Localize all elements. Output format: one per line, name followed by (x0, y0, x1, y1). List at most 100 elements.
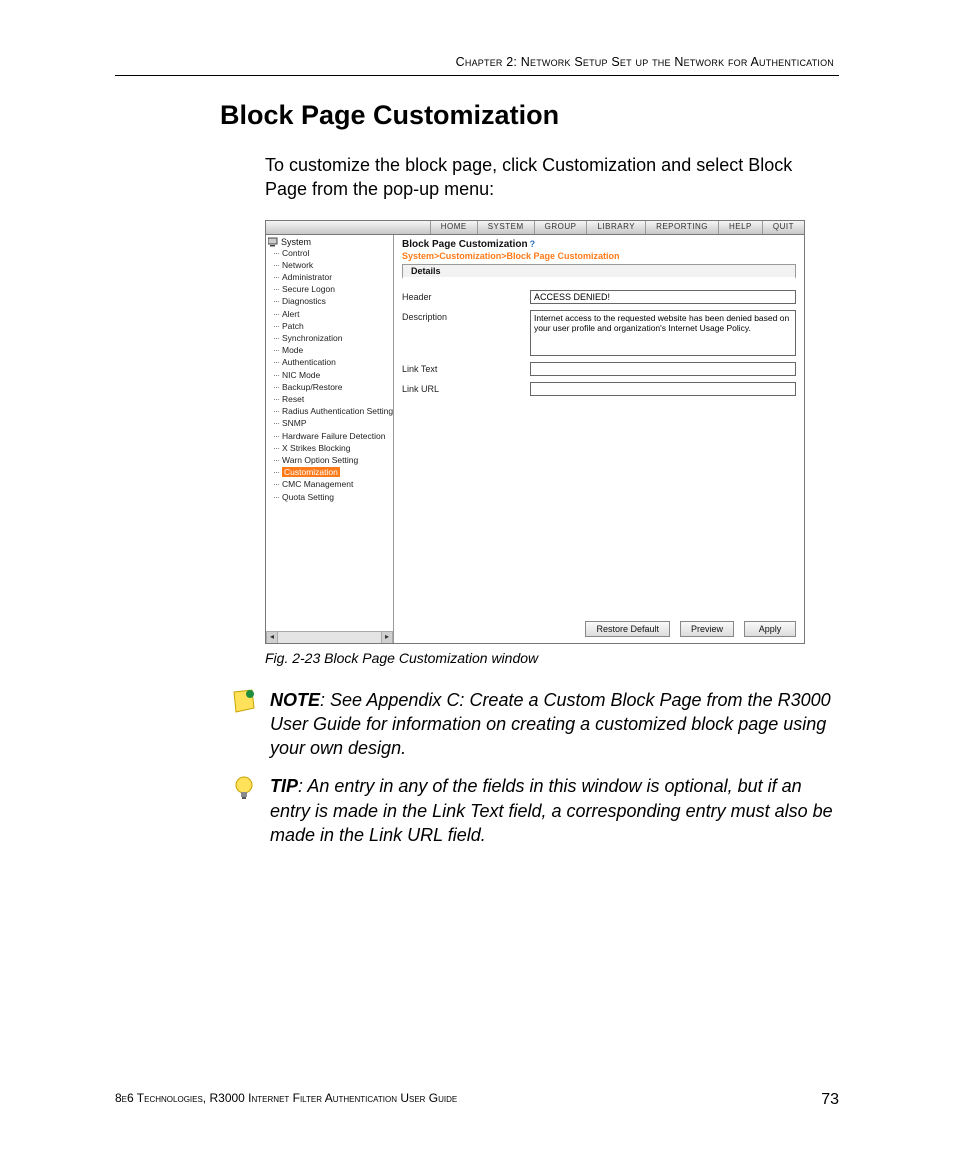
row-header: Header (402, 290, 796, 304)
rule-top (115, 75, 839, 76)
footer-left: 8e6 Technologies, R3000 Internet Filter … (115, 1091, 457, 1109)
input-link-url[interactable] (530, 382, 796, 396)
tab-details[interactable]: Details (402, 264, 796, 279)
tree-item-label: Mode (282, 345, 303, 355)
tree-item[interactable]: Hardware Failure Detection (274, 430, 393, 442)
app-window: HOME SYSTEM GROUP LIBRARY REPORTING HELP… (265, 220, 805, 644)
page-number: 73 (821, 1091, 839, 1109)
tree-root-label: System (281, 237, 311, 247)
panel-title: Block Page Customization? (402, 239, 796, 250)
note-callout: NOTE: See Appendix C: Create a Custom Bl… (230, 688, 839, 761)
tree-item[interactable]: Secure Logon (274, 283, 393, 295)
tree-hscrollbar[interactable]: ◂ ▸ (266, 631, 393, 643)
figure-caption: Fig. 2-23 Block Page Customization windo… (265, 650, 839, 666)
tree-item[interactable]: Synchronization (274, 332, 393, 344)
tree-item-label: Administrator (282, 272, 332, 282)
input-link-text[interactable] (530, 362, 796, 376)
menubar: HOME SYSTEM GROUP LIBRARY REPORTING HELP… (266, 221, 804, 235)
tree-item-label: Alert (282, 309, 299, 319)
running-head: Chapter 2: Network Setup Set up the Netw… (315, 55, 839, 69)
tree-item[interactable]: NIC Mode (274, 369, 393, 381)
tree-item[interactable]: CMC Management (274, 478, 393, 490)
tree-item-label: Radius Authentication Setting (282, 406, 393, 416)
tip-text: TIP: An entry in any of the fields in th… (270, 774, 839, 847)
tree-item[interactable]: Alert (274, 308, 393, 320)
tree-item[interactable]: Patch (274, 320, 393, 332)
tree-item[interactable]: Administrator (274, 271, 393, 283)
note-text: NOTE: See Appendix C: Create a Custom Bl… (270, 688, 839, 761)
tree-item[interactable]: Network (274, 259, 393, 271)
input-description[interactable]: Internet access to the requested website… (530, 310, 796, 356)
content-pane: Block Page Customization? System>Customi… (394, 235, 804, 643)
button-row: Restore Default Preview Apply (402, 613, 796, 637)
lightbulb-icon (230, 774, 258, 802)
page-footer: 8e6 Technologies, R3000 Internet Filter … (115, 1091, 839, 1109)
tree-item[interactable]: Backup/Restore (274, 381, 393, 393)
menu-reporting[interactable]: REPORTING (645, 221, 718, 234)
label-description: Description (402, 310, 530, 322)
row-link-url: Link URL (402, 382, 796, 396)
tree-item-label: X Strikes Blocking (282, 443, 351, 453)
input-header[interactable] (530, 290, 796, 304)
tree-item-label: Quota Setting (282, 492, 334, 502)
note-body: : See Appendix C: Create a Custom Block … (270, 690, 831, 759)
intro-paragraph: To customize the block page, click Custo… (265, 153, 839, 202)
tree-item-label: Customization (282, 467, 340, 477)
tree-item-label: Control (282, 248, 309, 258)
menu-help[interactable]: HELP (718, 221, 762, 234)
tree-item-label: Authentication (282, 357, 336, 367)
menu-group[interactable]: GROUP (534, 221, 587, 234)
tip-body: : An entry in any of the fields in this … (270, 776, 833, 845)
menu-home[interactable]: HOME (430, 221, 477, 234)
label-link-url: Link URL (402, 382, 530, 394)
menubar-spacer (266, 221, 430, 234)
tree-item-label: NIC Mode (282, 370, 320, 380)
tree-item-label: CMC Management (282, 479, 353, 489)
tree-item[interactable]: Customization (274, 466, 393, 478)
note-label: NOTE (270, 690, 320, 710)
tree-item[interactable]: Authentication (274, 356, 393, 368)
tree-item[interactable]: Control (274, 247, 393, 259)
tree-item-label: Secure Logon (282, 284, 335, 294)
tree-list: Control Network Administrator Secure Logon D… (266, 247, 393, 503)
section-heading: Block Page Customization (220, 100, 839, 131)
preview-button[interactable]: Preview (680, 621, 734, 637)
tree-item-label: Synchronization (282, 333, 342, 343)
tree-item-label: Network (282, 260, 313, 270)
tree-item[interactable]: Quota Setting (274, 491, 393, 503)
tree-item-label: Diagnostics (282, 296, 326, 306)
label-header: Header (402, 290, 530, 302)
tree-item[interactable]: Warn Option Setting (274, 454, 393, 466)
apply-button[interactable]: Apply (744, 621, 796, 637)
tree-item[interactable]: SNMP (274, 417, 393, 429)
panel-title-text: Block Page Customization (402, 239, 528, 250)
tree-item[interactable]: Mode (274, 344, 393, 356)
tip-label: TIP (270, 776, 298, 796)
tree-item[interactable]: Reset (274, 393, 393, 405)
tree-item-label: Hardware Failure Detection (282, 431, 385, 441)
tree-item-label: SNMP (282, 418, 307, 428)
tree-item-label: Patch (282, 321, 304, 331)
label-link-text: Link Text (402, 362, 530, 374)
scroll-left-icon[interactable]: ◂ (266, 632, 278, 643)
tree-root[interactable]: System (266, 235, 393, 247)
tree-item[interactable]: Diagnostics (274, 295, 393, 307)
help-icon[interactable]: ? (530, 239, 536, 249)
tree-item-label: Reset (282, 394, 304, 404)
scroll-right-icon[interactable]: ▸ (381, 632, 393, 643)
restore-default-button[interactable]: Restore Default (585, 621, 670, 637)
row-description: Description Internet access to the reque… (402, 310, 796, 356)
tree-item[interactable]: X Strikes Blocking (274, 442, 393, 454)
computer-icon (268, 237, 278, 247)
menu-quit[interactable]: QUIT (762, 221, 804, 234)
breadcrumb: System>Customization>Block Page Customiz… (402, 251, 796, 261)
tree-item-label: Warn Option Setting (282, 455, 358, 465)
note-icon (230, 688, 258, 716)
menu-system[interactable]: SYSTEM (477, 221, 534, 234)
tree-item[interactable]: Radius Authentication Setting (274, 405, 393, 417)
tree-pane: System Control Network Administrator Secure… (266, 235, 394, 643)
tree-item-label: Backup/Restore (282, 382, 342, 392)
row-link-text: Link Text (402, 362, 796, 376)
tip-callout: TIP: An entry in any of the fields in th… (230, 774, 839, 847)
menu-library[interactable]: LIBRARY (586, 221, 645, 234)
